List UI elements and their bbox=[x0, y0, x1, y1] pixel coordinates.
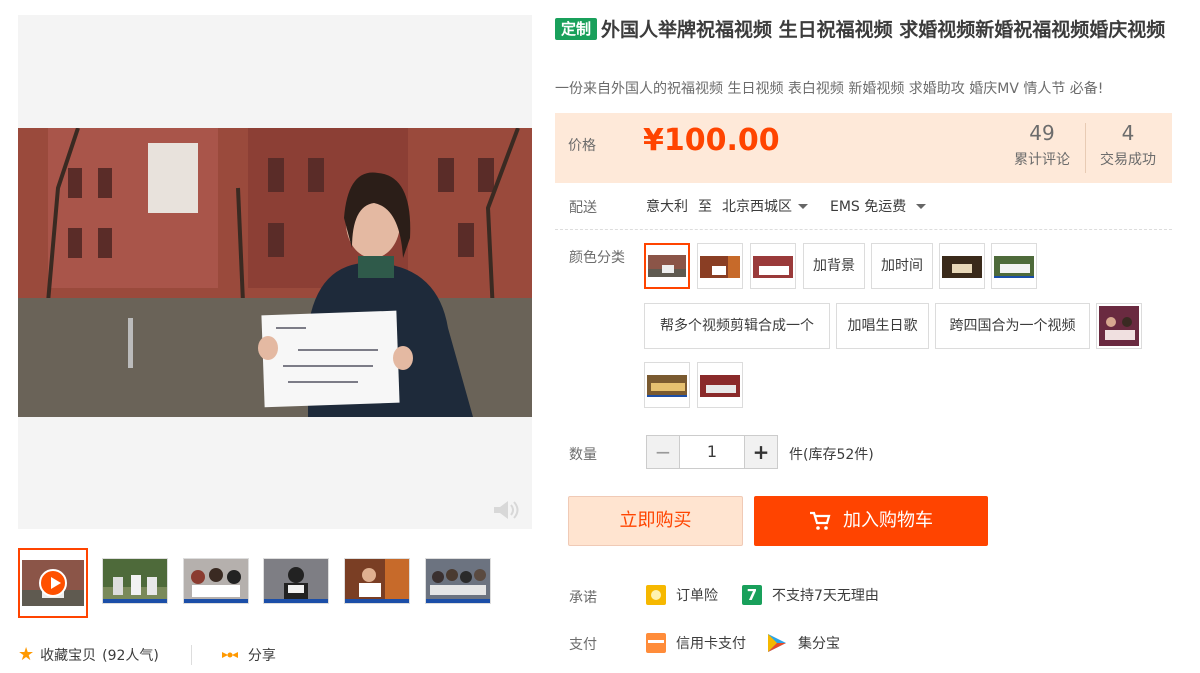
quantity-increase-button[interactable]: + bbox=[744, 435, 778, 469]
custom-tag: 定制 bbox=[555, 18, 598, 40]
product-subtitle: 一份来自外国人的祝福视频 生日视频 表白视频 新婚视频 求婚助攻 婚庆MV 情人… bbox=[555, 81, 1104, 97]
video-frame[interactable] bbox=[18, 128, 532, 417]
dashed-divider bbox=[555, 229, 1172, 230]
sku-option-image-1[interactable] bbox=[644, 243, 690, 289]
thumbnail-3[interactable] bbox=[183, 558, 249, 604]
share-icon[interactable] bbox=[220, 648, 240, 662]
star-icon[interactable]: ★ bbox=[18, 644, 34, 665]
sku-option-birthday-song[interactable]: 加唱生日歌 bbox=[836, 303, 929, 349]
destination-select[interactable]: 北京西城区 bbox=[722, 196, 808, 216]
chevron-down-icon bbox=[916, 204, 927, 209]
reviews-count: 49 bbox=[1029, 121, 1055, 145]
credit-card-icon bbox=[646, 633, 666, 653]
sku-option-image-2[interactable] bbox=[697, 243, 743, 289]
jifenbao-icon bbox=[768, 634, 786, 652]
reviews-stat[interactable]: 49 累计评论 bbox=[999, 121, 1085, 169]
favorite-share-row: ★ 收藏宝贝 (92人气) 分享 bbox=[18, 644, 276, 665]
price-label: 价格 bbox=[568, 138, 596, 154]
destination-value: 北京西城区 bbox=[722, 199, 792, 215]
sku-option-image-8[interactable] bbox=[697, 362, 743, 408]
ship-from: 意大利 bbox=[646, 199, 688, 215]
promise-label: 承诺 bbox=[569, 590, 597, 606]
thumbnail-2[interactable] bbox=[102, 558, 168, 604]
thumbnail-video[interactable] bbox=[18, 548, 88, 618]
seven-days-icon: 7 bbox=[742, 585, 762, 605]
sku-option-image-7[interactable] bbox=[644, 362, 690, 408]
chevron-down-icon bbox=[798, 204, 808, 209]
buy-now-button[interactable]: 立即购买 bbox=[568, 496, 743, 546]
thumbnail-6[interactable] bbox=[425, 558, 491, 604]
ship-to-word: 至 bbox=[698, 199, 712, 215]
sku-option-image-6[interactable] bbox=[1096, 303, 1142, 349]
stock-info: 件(库存52件) bbox=[789, 447, 874, 463]
volume-icon[interactable] bbox=[492, 499, 520, 521]
insurance-icon bbox=[646, 585, 666, 605]
sales-label: 交易成功 bbox=[1100, 152, 1156, 168]
payment-row: 信用卡支付 集分宝 bbox=[646, 632, 840, 654]
price-panel: 价格 ¥100.00 49 累计评论 4 交易成功 bbox=[555, 113, 1172, 183]
promise-row: 订单险 7 不支持7天无理由 bbox=[646, 585, 879, 605]
sku-label: 颜色分类 bbox=[569, 250, 625, 266]
thumbnail-4[interactable] bbox=[263, 558, 329, 604]
share-link[interactable]: 分享 bbox=[248, 645, 276, 665]
popularity-count: (92人气) bbox=[102, 647, 159, 664]
quantity-stepper: − 1 + bbox=[646, 435, 778, 469]
sku-option-add-background[interactable]: 加背景 bbox=[803, 243, 865, 289]
sku-option-four-countries[interactable]: 跨四国合为一个视频 bbox=[935, 303, 1090, 349]
sku-option-image-3[interactable] bbox=[750, 243, 796, 289]
quantity-label: 数量 bbox=[569, 447, 597, 463]
sku-option-image-5[interactable] bbox=[991, 243, 1037, 289]
shipping-row: 意大利 至 北京西城区 EMS 免运费 bbox=[646, 196, 927, 216]
shipping-label: 配送 bbox=[569, 200, 597, 216]
cart-icon bbox=[810, 511, 831, 530]
favorite-link[interactable]: 收藏宝贝 bbox=[40, 645, 96, 665]
play-icon[interactable] bbox=[39, 569, 67, 597]
sku-option-image-4[interactable] bbox=[939, 243, 985, 289]
quantity-decrease-button[interactable]: − bbox=[646, 435, 680, 469]
main-video-player[interactable] bbox=[18, 15, 532, 529]
add-to-cart-label: 加入购物车 bbox=[843, 510, 933, 531]
sales-stat: 4 交易成功 bbox=[1085, 121, 1171, 169]
reviews-label: 累计评论 bbox=[1014, 152, 1070, 168]
add-to-cart-button[interactable]: 加入购物车 bbox=[754, 496, 988, 546]
sales-count: 4 bbox=[1121, 121, 1135, 145]
shipping-method-value: EMS 免运费 bbox=[830, 199, 907, 215]
payment-jifenbao[interactable]: 集分宝 bbox=[798, 633, 840, 653]
payment-credit-card[interactable]: 信用卡支付 bbox=[676, 633, 746, 653]
product-title: 定制 外国人举牌祝福视频 生日祝福视频 求婚视频新婚祝福视频婚庆视频 bbox=[555, 16, 1180, 44]
promise-no-return[interactable]: 不支持7天无理由 bbox=[772, 585, 879, 605]
sku-option-merge-videos[interactable]: 帮多个视频剪辑合成一个 bbox=[644, 303, 830, 349]
quantity-input[interactable]: 1 bbox=[680, 435, 744, 469]
thumbnail-5[interactable] bbox=[344, 558, 410, 604]
shipping-method-select[interactable]: EMS 免运费 bbox=[830, 196, 927, 216]
divider bbox=[190, 644, 192, 665]
promise-insurance[interactable]: 订单险 bbox=[676, 585, 718, 605]
payment-label: 支付 bbox=[569, 637, 597, 653]
product-title-text: 外国人举牌祝福视频 生日祝福视频 求婚视频新婚祝福视频婚庆视频 bbox=[601, 19, 1166, 41]
sku-option-add-time[interactable]: 加时间 bbox=[871, 243, 933, 289]
price-value: ¥100.00 bbox=[643, 123, 780, 158]
video-still-image bbox=[18, 128, 532, 417]
